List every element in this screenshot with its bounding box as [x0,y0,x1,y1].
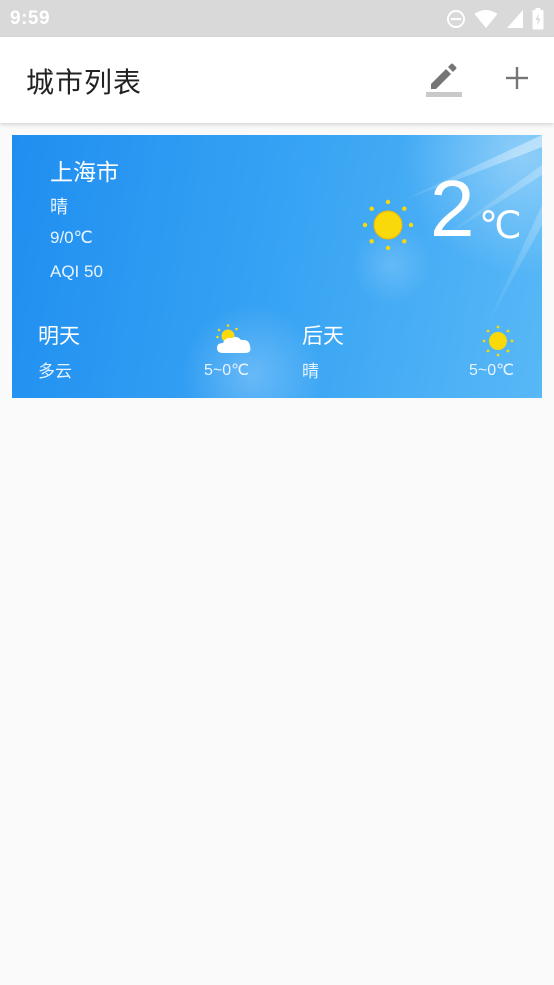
partly-cloudy-icon [214,323,254,361]
edit-pencil-icon [423,58,463,102]
edit-button[interactable] [420,57,466,103]
city-name: 上海市 [50,160,119,186]
cell-signal-icon [506,9,524,29]
battery-icon [532,7,544,30]
add-city-button[interactable] [494,57,540,103]
temperature-unit: ℃ [479,205,522,247]
do-not-disturb-icon [446,9,466,29]
status-icons [446,7,544,30]
forecast-dayafter-condition: 晴 [302,362,319,382]
app-bar: 城市列表 [0,37,554,123]
today-aqi: AQI 50 [50,262,103,281]
page-title: 城市列表 [26,66,143,99]
status-time: 9:59 [10,7,51,29]
current-temperature: 2 [430,164,475,253]
today-condition: 晴 [50,197,68,218]
wifi-icon [474,9,498,29]
forecast-tomorrow-range: 5~0℃ [204,362,250,379]
forecast-dayafter-label: 后天 [302,324,344,348]
city-weather-card[interactable]: 上海市 晴 9/0℃ AQI 50 2 ℃ 明天 多云 5~0℃ 后天 晴 5~… [12,135,542,398]
forecast-tomorrow-condition: 多云 [38,362,72,382]
forecast-dayafter-range: 5~0℃ [469,362,515,379]
forecast-tomorrow-label: 明天 [38,324,80,348]
today-temp-range: 9/0℃ [50,228,93,247]
sun-icon [362,199,414,255]
status-bar: 9:59 [0,0,554,37]
add-plus-icon [504,65,530,95]
sun-icon [482,325,514,361]
